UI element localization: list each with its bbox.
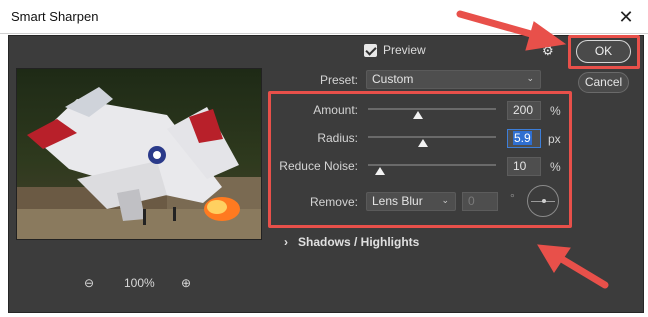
preview-toggle[interactable]: Preview <box>364 43 426 57</box>
chevron-right-icon: › <box>284 235 288 249</box>
close-icon[interactable]: ✕ <box>612 3 640 31</box>
gear-icon[interactable]: ⚙ <box>542 43 558 59</box>
zoom-in-icon[interactable]: ⊕ <box>181 276 191 290</box>
zoom-out-icon[interactable]: ⊖ <box>84 276 94 290</box>
preview-label: Preview <box>383 43 426 57</box>
ok-highlight-box <box>568 35 640 69</box>
window-title: Smart Sharpen <box>11 9 99 24</box>
chevron-down-icon: ⌄ <box>526 73 534 83</box>
title-bar: Smart Sharpen ✕ <box>0 0 648 34</box>
jet-photo <box>17 69 261 239</box>
preset-label: Preset: <box>319 73 358 87</box>
preset-dropdown[interactable]: Custom ⌄ <box>366 70 541 89</box>
zoom-level: 100% <box>124 276 155 290</box>
preview-checkbox[interactable] <box>364 43 377 57</box>
shadows-highlights-label: Shadows / Highlights <box>298 235 420 249</box>
smart-sharpen-window: Smart Sharpen ✕ ⊖ 100% ⊕ Preview ⚙ OK Ca… <box>0 0 648 317</box>
shadows-highlights-toggle[interactable]: › Shadows / Highlights <box>284 235 419 249</box>
preview-image[interactable] <box>16 68 262 240</box>
cancel-button[interactable]: Cancel <box>578 72 629 93</box>
preset-value: Custom <box>372 72 414 86</box>
settings-highlight-box <box>268 91 572 228</box>
